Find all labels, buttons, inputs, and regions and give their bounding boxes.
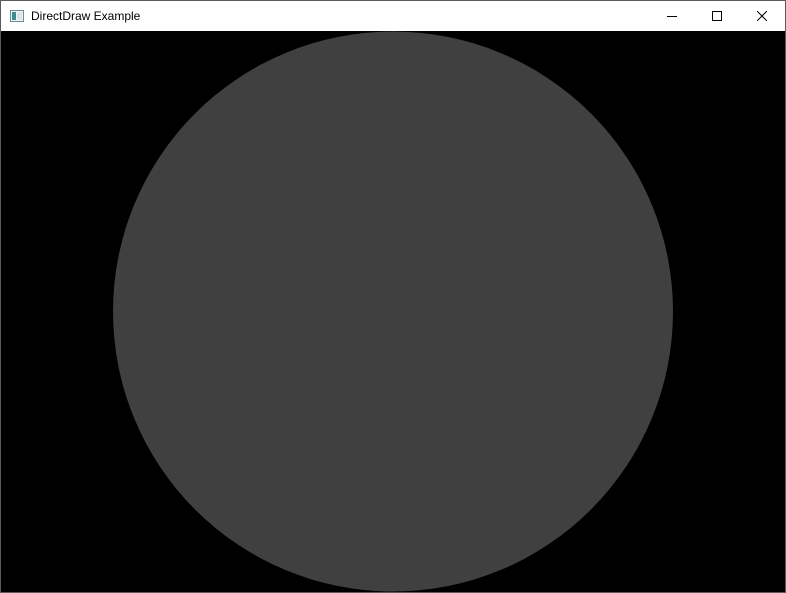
close-icon	[757, 11, 767, 21]
minimize-button[interactable]	[649, 1, 695, 31]
minimize-icon	[667, 11, 677, 21]
maximize-button[interactable]	[694, 1, 740, 31]
title-bar[interactable]: DirectDraw Example	[1, 1, 785, 31]
drawing-surface[interactable]	[1, 31, 785, 592]
application-window-icon	[10, 9, 24, 22]
window-title: DirectDraw Example	[31, 9, 141, 23]
drawn-circle	[113, 31, 673, 592]
close-button[interactable]	[739, 1, 785, 31]
app-window: DirectDraw Example	[0, 0, 786, 593]
maximize-icon	[712, 11, 722, 21]
